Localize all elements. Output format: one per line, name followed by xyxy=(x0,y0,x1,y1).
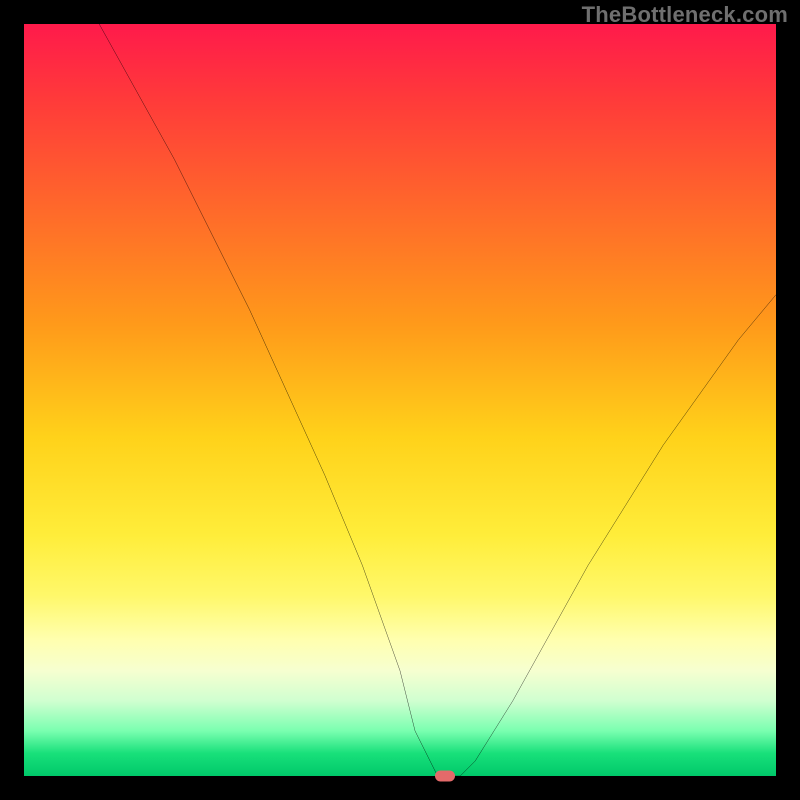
plot-area xyxy=(24,24,776,776)
watermark-text: TheBottleneck.com xyxy=(582,2,788,28)
chart-frame: TheBottleneck.com xyxy=(0,0,800,800)
bottleneck-curve xyxy=(24,24,776,776)
optimum-marker xyxy=(435,771,455,782)
curve-path xyxy=(99,24,776,776)
